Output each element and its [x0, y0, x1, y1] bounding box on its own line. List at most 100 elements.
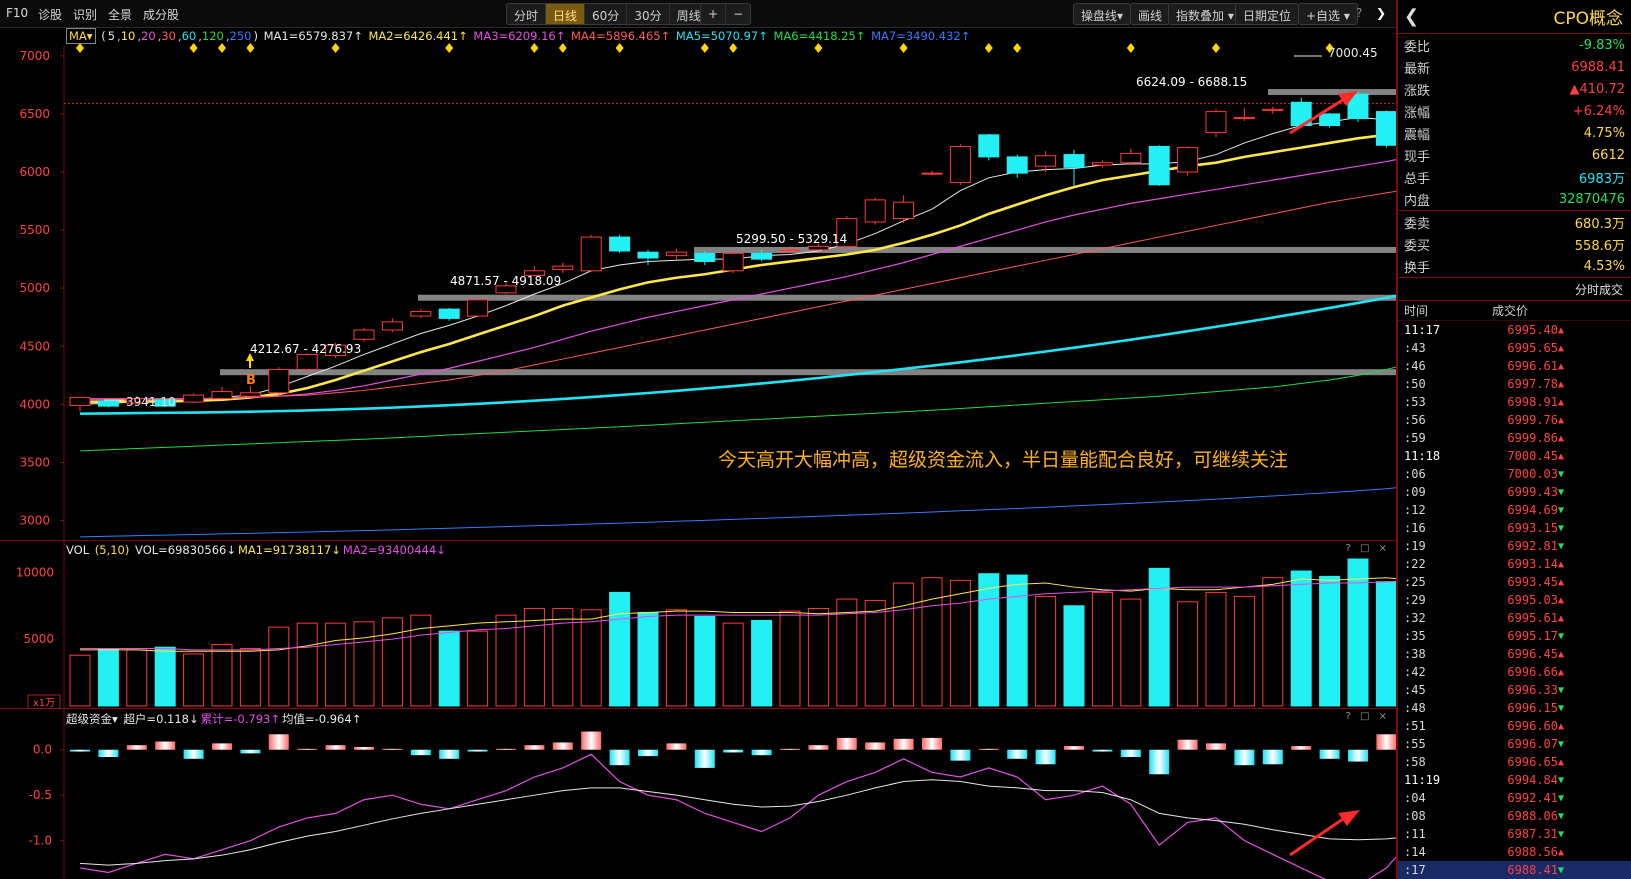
- volume-bar: [1262, 577, 1284, 707]
- candle: [609, 234, 631, 254]
- trade-price: 6996.60: [1507, 719, 1558, 733]
- candle-body: [410, 310, 432, 317]
- trade-row[interactable]: :38 6996.45 ▲: [1398, 645, 1631, 663]
- trade-row[interactable]: :55 6996.07 ▼: [1398, 735, 1631, 753]
- link-identify[interactable]: 识别: [73, 6, 97, 23]
- candle: [438, 307, 460, 321]
- trade-row[interactable]: :22 6993.14 ▲: [1398, 555, 1631, 573]
- vol-indicator[interactable]: VOL: [66, 543, 89, 557]
- volume-bar: [1347, 558, 1369, 707]
- trade-row[interactable]: :25 6993.45 ▲: [1398, 573, 1631, 591]
- f10-link[interactable]: F10: [6, 6, 28, 20]
- trade-row[interactable]: :19 6992.81 ▼: [1398, 537, 1631, 555]
- trade-ticks-title[interactable]: 分时成交: [1398, 277, 1631, 301]
- trade-price: 7000.45: [1507, 449, 1558, 463]
- volume-bar: [1177, 601, 1199, 707]
- trade-row[interactable]: :50 6997.78 ▲: [1398, 375, 1631, 393]
- quote-row: 换手 4.53%: [1398, 255, 1631, 277]
- vol-panel-controls[interactable]: ? □ ×: [1346, 543, 1391, 554]
- quote-value: 558.6万: [1574, 238, 1625, 254]
- add-watchlist-button[interactable]: +自选 ▾: [1298, 3, 1358, 25]
- candle-body: [296, 353, 318, 371]
- signal-diamond: [984, 43, 993, 53]
- link-diagnose[interactable]: 诊股: [38, 6, 62, 23]
- volume-bar: [637, 611, 659, 707]
- fund-bar: [1376, 734, 1396, 750]
- fund-panel-controls[interactable]: ? □ ×: [1346, 711, 1391, 722]
- trade-row[interactable]: :32 6995.61 ▲: [1398, 609, 1631, 627]
- trade-row[interactable]: :59 6999.86 ▲: [1398, 429, 1631, 447]
- back-icon[interactable]: ❮: [1404, 6, 1419, 27]
- candle-body: [921, 172, 943, 175]
- trade-price: 6994.69: [1507, 503, 1558, 517]
- ma-indicator-selector[interactable]: MA▾: [66, 28, 96, 44]
- vol-unit-label: x1万: [33, 698, 55, 709]
- volume-bar: [438, 630, 460, 707]
- trade-row[interactable]: :11 6987.31 ▼: [1398, 825, 1631, 843]
- index-overlay-button[interactable]: 指数叠加 ▾: [1168, 3, 1242, 25]
- fund-indicator-selector[interactable]: 超级资金▾: [66, 712, 118, 726]
- fund-bar: [723, 749, 744, 753]
- link-constituents[interactable]: 成分股: [143, 6, 179, 23]
- trade-row[interactable]: :04 6992.41 ▼: [1398, 789, 1631, 807]
- tab-daily[interactable]: 日线: [546, 4, 586, 24]
- down-arrow-icon: ▼: [1558, 810, 1565, 822]
- trade-row[interactable]: 11:19 6994.84 ▼: [1398, 771, 1631, 789]
- trade-row[interactable]: 11:17 6995.40 ▲: [1398, 321, 1631, 339]
- date-locate-button[interactable]: 日期定位: [1235, 3, 1300, 25]
- trade-row[interactable]: :56 6999.76 ▲: [1398, 411, 1631, 429]
- trade-row[interactable]: :58 6996.65 ▲: [1398, 753, 1631, 771]
- quote-value: +6.24%: [1572, 103, 1625, 119]
- trade-list[interactable]: 11:17 6995.40 ▲:43 6995.65 ▲:46 6996.61 ▲:50 69…: [1398, 321, 1631, 879]
- trade-row[interactable]: :16 6993.15 ▼: [1398, 519, 1631, 537]
- volume-bar: [1205, 591, 1227, 707]
- up-arrow-icon: ▲: [1558, 414, 1565, 426]
- link-overview[interactable]: 全景: [108, 6, 132, 23]
- volume-bar: [949, 579, 971, 707]
- fund-bar: [922, 737, 942, 750]
- trade-row[interactable]: :29 6995.03 ▲: [1398, 591, 1631, 609]
- trade-row[interactable]: :46 6996.61 ▲: [1398, 357, 1631, 375]
- tab-60min[interactable]: 60分: [585, 4, 628, 24]
- trade-row[interactable]: :14 6988.56 ▲: [1398, 843, 1631, 861]
- trade-row[interactable]: :45 6996.33 ▼: [1398, 681, 1631, 699]
- fund-readout-1: 超户=0.118↓: [123, 712, 199, 726]
- trade-row[interactable]: :35 6995.17 ▼: [1398, 627, 1631, 645]
- trade-row[interactable]: :17 6988.41 ▼: [1398, 861, 1631, 879]
- up-arrow-icon: ▲: [1558, 324, 1565, 336]
- candle: [97, 399, 119, 408]
- help-icon[interactable]: ?: [1356, 6, 1362, 20]
- quote-value: 4.53%: [1583, 258, 1625, 274]
- trade-row[interactable]: :53 6998.91 ▲: [1398, 393, 1631, 411]
- trade-row[interactable]: :09 6999.43 ▼: [1398, 483, 1631, 501]
- tab-30min[interactable]: 30分: [627, 4, 670, 24]
- candle-body: [381, 321, 403, 331]
- trade-row[interactable]: :42 6996.66 ▲: [1398, 663, 1631, 681]
- volume-chart[interactable]: 10000 5000 x1万: [0, 541, 1396, 709]
- sidebar-header: ❮ CPO概念: [1398, 0, 1631, 34]
- down-arrow-icon: ▼: [1558, 828, 1565, 840]
- trade-row[interactable]: :48 6996.15 ▼: [1398, 699, 1631, 717]
- trade-row[interactable]: :08 6988.06 ▼: [1398, 807, 1631, 825]
- draw-line-button[interactable]: 画线: [1130, 3, 1171, 25]
- collapse-icon[interactable]: ❯: [1376, 6, 1386, 20]
- tab-intraday[interactable]: 分时: [507, 4, 547, 24]
- trade-row[interactable]: :43 6995.65 ▲: [1398, 339, 1631, 357]
- operate-line-button[interactable]: 操盘线▾: [1073, 3, 1132, 25]
- fund-y-tick-label: -0.5: [29, 788, 52, 802]
- trade-price: 6996.33: [1507, 683, 1558, 697]
- candle-body: [1063, 154, 1085, 168]
- zoom-in-button[interactable]: +: [701, 4, 727, 24]
- candle-body: [637, 251, 659, 259]
- up-arrow-icon: ▲: [1558, 450, 1565, 462]
- fund-bar: [1064, 746, 1084, 750]
- trade-time: :25: [1404, 575, 1426, 589]
- trade-row[interactable]: :51 6996.60 ▲: [1398, 717, 1631, 735]
- trade-price: 6995.61: [1507, 611, 1558, 625]
- trade-row[interactable]: :12 6994.69 ▼: [1398, 501, 1631, 519]
- zoom-out-button[interactable]: −: [726, 4, 750, 24]
- trade-row[interactable]: :06 7000.03 ▼: [1398, 465, 1631, 483]
- trade-row[interactable]: 11:18 7000.45 ▲: [1398, 447, 1631, 465]
- super-fund-chart[interactable]: 0.0 -0.5 -1.0: [0, 709, 1396, 879]
- candle-body: [609, 236, 631, 252]
